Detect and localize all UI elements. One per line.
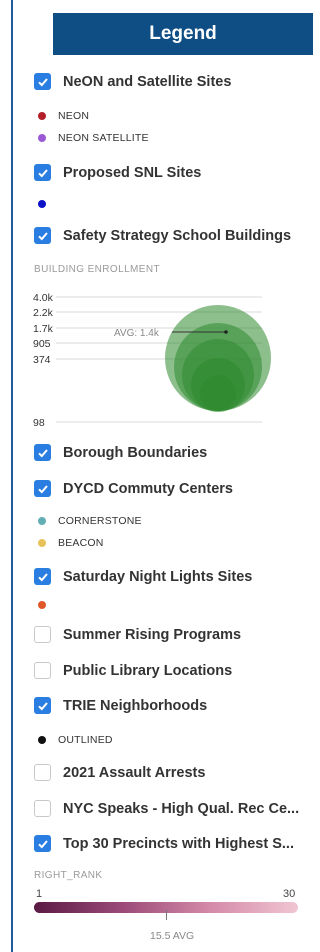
- layer-trie-neighborhoods[interactable]: TRIE Neighborhoods: [34, 697, 207, 714]
- enrollment-title: BUILDING ENROLLMENT: [34, 264, 160, 275]
- checkbox-checked-icon[interactable]: [34, 835, 51, 852]
- rank-avg-tick: [166, 910, 167, 920]
- layer-proposed-snl[interactable]: Proposed SNL Sites: [34, 164, 201, 181]
- legend-item-outlined: OUTLINED: [38, 734, 113, 746]
- layer-label: Top 30 Precincts with Highest S...: [63, 835, 294, 852]
- checkbox-checked-icon[interactable]: [34, 444, 51, 461]
- layer-saturday-night-lights[interactable]: Saturday Night Lights Sites: [34, 568, 252, 585]
- legend-header: Legend: [53, 13, 313, 55]
- layer-label: NYC Speaks - High Qual. Rec Ce...: [63, 800, 300, 817]
- layer-summer-rising[interactable]: Summer Rising Programs: [34, 626, 241, 643]
- legend-item-label: BEACON: [58, 537, 104, 549]
- neon-dot-icon: [38, 112, 46, 120]
- layer-label: Public Library Locations: [63, 662, 233, 679]
- legend-item-beacon: BEACON: [38, 537, 104, 549]
- legend-item-label: NEON SATELLITE: [58, 132, 149, 144]
- layer-label: Summer Rising Programs: [63, 626, 242, 643]
- layer-safety-strategy-schools[interactable]: Safety Strategy School Buildings: [34, 227, 291, 244]
- legend-item-neon: NEON: [38, 110, 89, 122]
- snl-sites-dot-icon: [38, 601, 46, 609]
- layer-label: NeON and Satellite Sites: [63, 73, 232, 90]
- layer-borough-boundaries[interactable]: Borough Boundaries: [34, 444, 207, 461]
- legend-item-label: OUTLINED: [58, 734, 113, 746]
- outlined-dot-icon: [38, 736, 46, 744]
- layer-top-30-precincts[interactable]: Top 30 Precincts with Highest S...: [34, 835, 294, 852]
- legend-item-snl-sites: [38, 601, 46, 609]
- legend-title: Legend: [149, 23, 217, 44]
- checkbox-checked-icon[interactable]: [34, 697, 51, 714]
- layer-assault-arrests[interactable]: 2021 Assault Arrests: [34, 764, 205, 781]
- enrollment-bubble: [200, 375, 236, 411]
- layer-label: 2021 Assault Arrests: [63, 764, 206, 781]
- checkbox-checked-icon[interactable]: [34, 480, 51, 497]
- layer-label: Borough Boundaries: [63, 444, 208, 461]
- legend-item-label: NEON: [58, 110, 90, 122]
- enrollment-bubble-chart: 4.0k 2.2k 1.7k 905 374 98 AVG: 1.4k: [30, 285, 300, 435]
- checkbox-unchecked-icon[interactable]: [34, 662, 51, 679]
- legend-item-cornerstone: CORNERSTONE: [38, 515, 142, 527]
- layer-public-library[interactable]: Public Library Locations: [34, 662, 232, 679]
- legend-item-proposed-snl: [38, 200, 46, 208]
- rank-title: RIGHT_RANK: [34, 870, 103, 881]
- checkbox-unchecked-icon[interactable]: [34, 626, 51, 643]
- enrollment-tick: 4.0k: [33, 292, 54, 304]
- legend-item-neon-satellite: NEON SATELLITE: [38, 132, 149, 144]
- enrollment-tick: 2.2k: [33, 307, 54, 319]
- checkbox-checked-icon[interactable]: [34, 227, 51, 244]
- rank-min-label: 1: [36, 888, 43, 900]
- layer-label: Saturday Night Lights Sites: [63, 568, 253, 585]
- layer-label: Proposed SNL Sites: [63, 164, 202, 181]
- layer-label: Safety Strategy School Buildings: [63, 227, 292, 244]
- checkbox-unchecked-icon[interactable]: [34, 800, 51, 817]
- cornerstone-dot-icon: [38, 517, 46, 525]
- checkbox-checked-icon[interactable]: [34, 164, 51, 181]
- rank-max-label: 30: [283, 888, 296, 900]
- beacon-dot-icon: [38, 539, 46, 547]
- layer-dycd-centers[interactable]: DYCD Commuty Centers: [34, 480, 233, 497]
- neon-satellite-dot-icon: [38, 134, 46, 142]
- checkbox-unchecked-icon[interactable]: [34, 764, 51, 781]
- enrollment-tick: 905: [33, 338, 51, 350]
- enrollment-tick: 1.7k: [33, 323, 54, 335]
- panel-left-border: [11, 0, 13, 952]
- enrollment-tick: 98: [33, 417, 45, 429]
- layer-neon-satellite[interactable]: NeON and Satellite Sites: [34, 73, 231, 90]
- checkbox-checked-icon[interactable]: [34, 568, 51, 585]
- rank-avg-label: 15.5 AVG: [150, 930, 195, 942]
- proposed-snl-dot-icon: [38, 200, 46, 208]
- enrollment-avg-label: AVG: 1.4k: [114, 328, 160, 339]
- layer-nyc-speaks[interactable]: NYC Speaks - High Qual. Rec Ce...: [34, 800, 299, 817]
- enrollment-tick: 374: [33, 354, 51, 366]
- checkbox-checked-icon[interactable]: [34, 73, 51, 90]
- layer-label: DYCD Commuty Centers: [63, 480, 233, 497]
- layer-label: TRIE Neighborhoods: [63, 697, 208, 714]
- legend-item-label: CORNERSTONE: [58, 515, 142, 527]
